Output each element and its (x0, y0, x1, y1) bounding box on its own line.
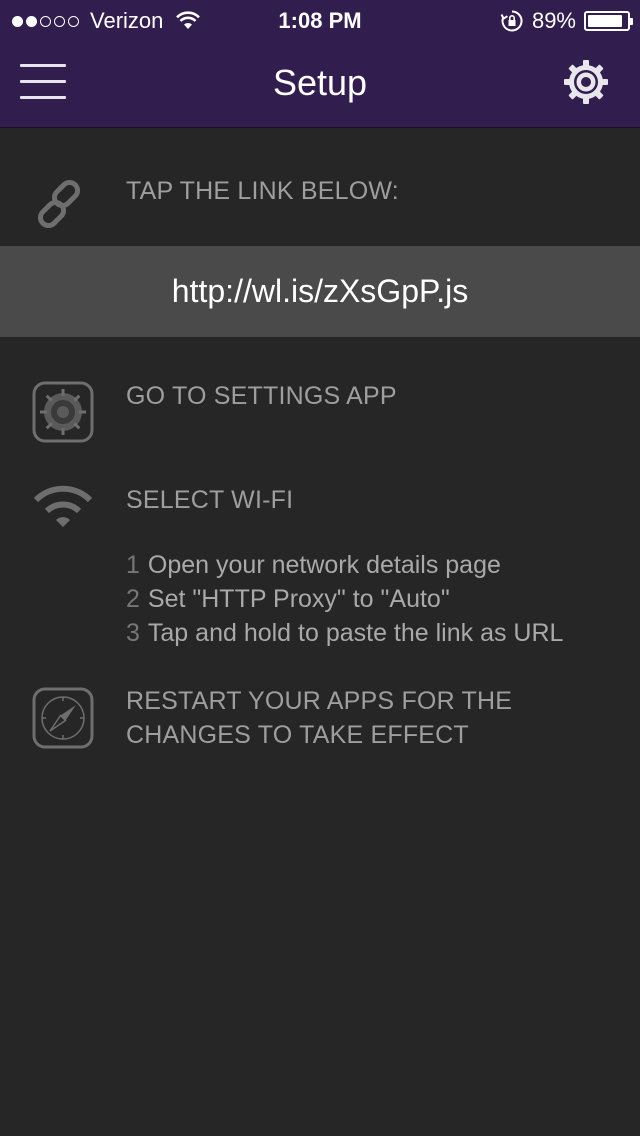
battery-percent: 89% (531, 8, 576, 33)
step-restart-label-line2: CHANGES TO TAKE EFFECT (126, 721, 469, 749)
battery-nub (630, 18, 633, 25)
substep-number: 2 (126, 585, 140, 613)
settings-button[interactable] (562, 58, 610, 106)
step-restart-label: RESTART YOUR APPS FOR THE CHANGES TO TAK… (126, 684, 512, 752)
list-item: 3 Tap and hold to paste the link as URL (126, 616, 563, 650)
rotation-lock-icon (500, 10, 523, 32)
battery-icon (584, 11, 633, 31)
substep-text: Open your network details page (147, 551, 501, 579)
substep-number: 1 (126, 551, 140, 579)
wifi-substeps: 1 Open your network details page 2 Set "HT… (126, 548, 563, 650)
wifi-icon (33, 485, 93, 527)
step-tap-link: TAP THE LINK BELOW: (0, 129, 640, 246)
list-item: 1 Open your network details page (126, 548, 563, 582)
substep-text: Set "HTTP Proxy" to "Auto" (147, 585, 450, 613)
proxy-link-url: http://wl.is/zXsGpP.js (171, 273, 469, 309)
step-wifi: SELECT WI-FI (0, 447, 640, 557)
step-restart-label-line1: RESTART YOUR APPS FOR THE (126, 687, 513, 715)
step-tap-link-label: TAP THE LINK BELOW: (126, 177, 399, 205)
step-settings-app-label: GO TO SETTINGS APP (126, 382, 397, 410)
battery-fill (588, 15, 622, 27)
list-item: 2 Set "HTTP Proxy" to "Auto" (126, 582, 563, 616)
step-settings-app: GO TO SETTINGS APP (0, 337, 640, 447)
compass-icon (32, 687, 94, 749)
status-bar: Verizon 1:08 PM 89% (0, 0, 640, 40)
step-wifi-label: SELECT WI-FI (126, 486, 294, 514)
link-icon (37, 179, 81, 229)
status-right: 89% (500, 8, 633, 34)
substep-text: Tap and hold to paste the link as URL (147, 619, 564, 647)
settings-app-icon (32, 381, 94, 443)
navigation-bar: Setup (0, 40, 640, 128)
page-title: Setup (272, 62, 368, 103)
step-restart: RESTART YOUR APPS FOR THE CHANGES TO TAK… (0, 679, 640, 779)
proxy-link[interactable]: http://wl.is/zXsGpP.js (0, 246, 640, 337)
substep-number: 3 (126, 619, 140, 647)
gear-icon (564, 60, 608, 104)
